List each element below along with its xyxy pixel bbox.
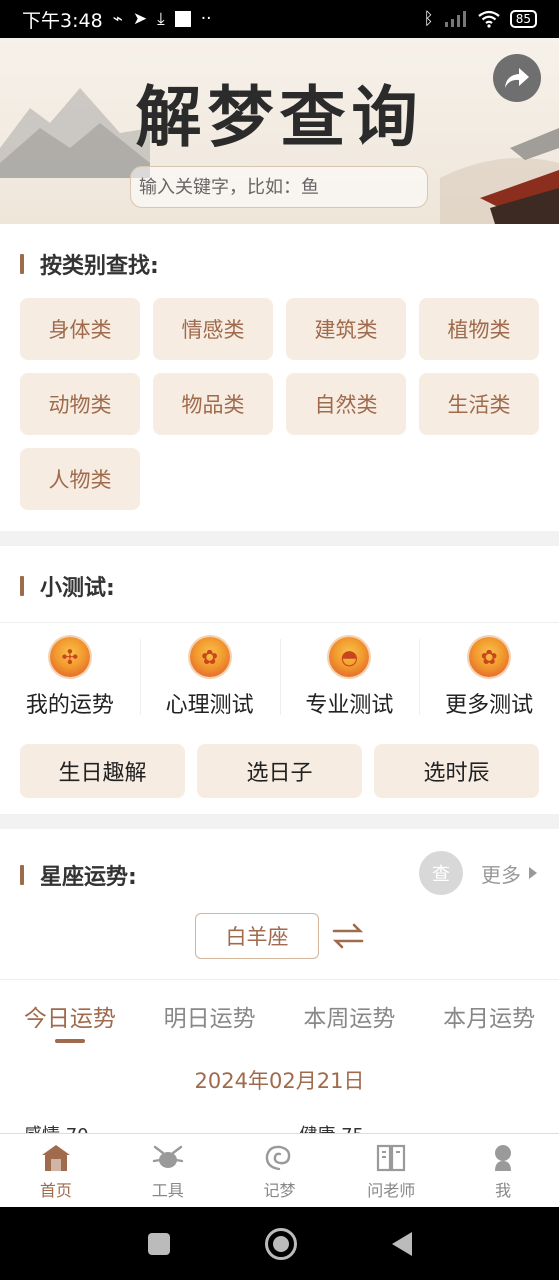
status-time: 下午3:48 <box>22 9 103 32</box>
person-icon <box>495 1144 512 1171</box>
test-button-row: 生日趣解 选日子 选时辰 <box>20 744 539 798</box>
love-score: 感情 70 <box>24 1121 89 1133</box>
flower-icon: ✿ <box>469 637 510 677</box>
nav-label: 我 <box>495 1180 512 1200</box>
category-animal[interactable]: 动物类 <box>20 373 140 435</box>
category-emotion[interactable]: 情感类 <box>153 298 273 360</box>
nav-home[interactable]: 首页 <box>0 1134 112 1207</box>
health-score: 健康 75 <box>299 1121 364 1133</box>
more-dots-icon: ·· <box>200 8 212 29</box>
share-button[interactable] <box>493 54 541 102</box>
test-more[interactable]: ✿ 更多测试 <box>419 623 559 732</box>
dream-search-banner: 解梦查询 <box>0 38 559 224</box>
send-icon: ➤ <box>132 8 148 29</box>
zodiac-sign-select[interactable]: 白羊座 <box>195 913 319 959</box>
back-icon[interactable] <box>391 1231 412 1256</box>
horoscope-section: 星座运势: 查 更多 白羊座 今日运势 明日运势 本周运势 本月运势 2024年… <box>0 829 559 1133</box>
category-building[interactable]: 建筑类 <box>286 298 406 360</box>
share-arrow-icon <box>505 68 529 88</box>
test-label: 心理测试 <box>165 693 254 718</box>
test-professional[interactable]: ◓ 专业测试 <box>279 623 420 732</box>
category-life[interactable]: 生活类 <box>419 373 539 435</box>
category-plant[interactable]: 植物类 <box>419 298 539 360</box>
wifi-icon <box>478 10 500 28</box>
book-icon <box>377 1144 406 1171</box>
nav-tools[interactable]: 工具 <box>112 1134 224 1207</box>
status-bar: 下午3:48 ⌁ ➤ ⤓ ·· ᛒ 85 <box>0 0 559 38</box>
flower-icon: ✿ <box>189 637 230 677</box>
more-link[interactable]: 更多 <box>481 859 521 888</box>
nav-label: 工具 <box>151 1180 184 1200</box>
title-accent-bar <box>20 254 24 274</box>
horoscope-more: 查 更多 <box>419 851 537 895</box>
title-accent-bar <box>20 865 24 885</box>
horoscope-title-text: 星座运势: <box>40 865 137 890</box>
nav-dream-journal[interactable]: 记梦 <box>224 1134 336 1207</box>
nav-label: 首页 <box>39 1180 72 1200</box>
tab-month[interactable]: 本月运势 <box>419 980 559 1051</box>
tab-today[interactable]: 今日运势 <box>0 980 140 1051</box>
category-body[interactable]: 身体类 <box>20 298 140 360</box>
test-section: 小测试: ✣ 我的运势 ✿ 心理测试 ◓ 专业测试 ✿ 更多测试 生日趣解 选日… <box>0 546 559 814</box>
fortune-date: 2024年02月21日 <box>194 1069 365 1093</box>
test-label: 更多测试 <box>445 693 534 718</box>
test-psychology[interactable]: ✿ 心理测试 <box>139 623 280 732</box>
mute-icon: ⌁ <box>112 8 123 29</box>
nav-label: 记梦 <box>263 1180 296 1200</box>
tab-week[interactable]: 本周运势 <box>280 980 420 1051</box>
house-icon <box>41 1144 70 1171</box>
cha-button[interactable]: 查 <box>419 851 463 895</box>
category-nature[interactable]: 自然类 <box>286 373 406 435</box>
test-title-text: 小测试: <box>40 576 115 601</box>
title-accent-bar <box>20 576 24 596</box>
category-object[interactable]: 物品类 <box>153 373 273 435</box>
fortune-tabs: 今日运势 明日运势 本周运势 本月运势 <box>0 979 559 1051</box>
category-people[interactable]: 人物类 <box>20 448 140 510</box>
horoscope-section-title: 星座运势: <box>20 859 137 891</box>
chevron-right-icon <box>529 867 537 879</box>
test-label: 专业测试 <box>305 693 394 718</box>
notification-icon <box>174 11 191 27</box>
search-box[interactable] <box>130 166 428 208</box>
test-section-title: 小测试: <box>20 570 115 602</box>
chinese-knot-icon: ✣ <box>49 637 90 677</box>
choose-hour-button[interactable]: 选时辰 <box>374 744 539 798</box>
swap-icon[interactable] <box>332 921 364 951</box>
test-my-fortune[interactable]: ✣ 我的运势 <box>0 623 140 732</box>
battery-indicator: 85 <box>509 10 537 28</box>
swirl-icon <box>266 1145 291 1170</box>
fortune-scores-row: 感情 70 健康 75 <box>24 1121 524 1133</box>
nav-me[interactable]: 我 <box>447 1134 559 1207</box>
system-navigation-bar <box>0 1207 559 1280</box>
choose-day-button[interactable]: 选日子 <box>197 744 362 798</box>
category-title-text: 按类别查找: <box>40 254 159 279</box>
nav-ask-teacher[interactable]: 问老师 <box>335 1134 447 1207</box>
tab-tomorrow[interactable]: 明日运势 <box>140 980 280 1051</box>
bottom-navigation: 首页 工具 记梦 问老师 我 <box>0 1133 559 1207</box>
search-input[interactable] <box>139 176 419 198</box>
recent-apps-icon[interactable] <box>147 1232 170 1255</box>
category-section: 按类别查找: 身体类 情感类 建筑类 植物类 动物类 物品类 自然类 生活类 人… <box>0 224 559 531</box>
page-title: 解梦查询 <box>135 78 424 156</box>
fan-icon: ◓ <box>329 637 370 677</box>
test-row: ✣ 我的运势 ✿ 心理测试 ◓ 专业测试 ✿ 更多测试 <box>0 622 559 732</box>
bluetooth-icon: ᛒ <box>423 8 434 29</box>
signal-icon <box>444 11 466 27</box>
birthday-button[interactable]: 生日趣解 <box>20 744 185 798</box>
test-label: 我的运势 <box>25 693 114 718</box>
nav-label: 问老师 <box>367 1180 416 1200</box>
category-grid: 身体类 情感类 建筑类 植物类 动物类 物品类 自然类 生活类 人物类 <box>20 298 539 510</box>
category-section-title: 按类别查找: <box>20 248 159 280</box>
home-icon[interactable] <box>264 1227 297 1260</box>
tools-icon <box>152 1145 183 1168</box>
download-icon: ⤓ <box>157 8 165 29</box>
